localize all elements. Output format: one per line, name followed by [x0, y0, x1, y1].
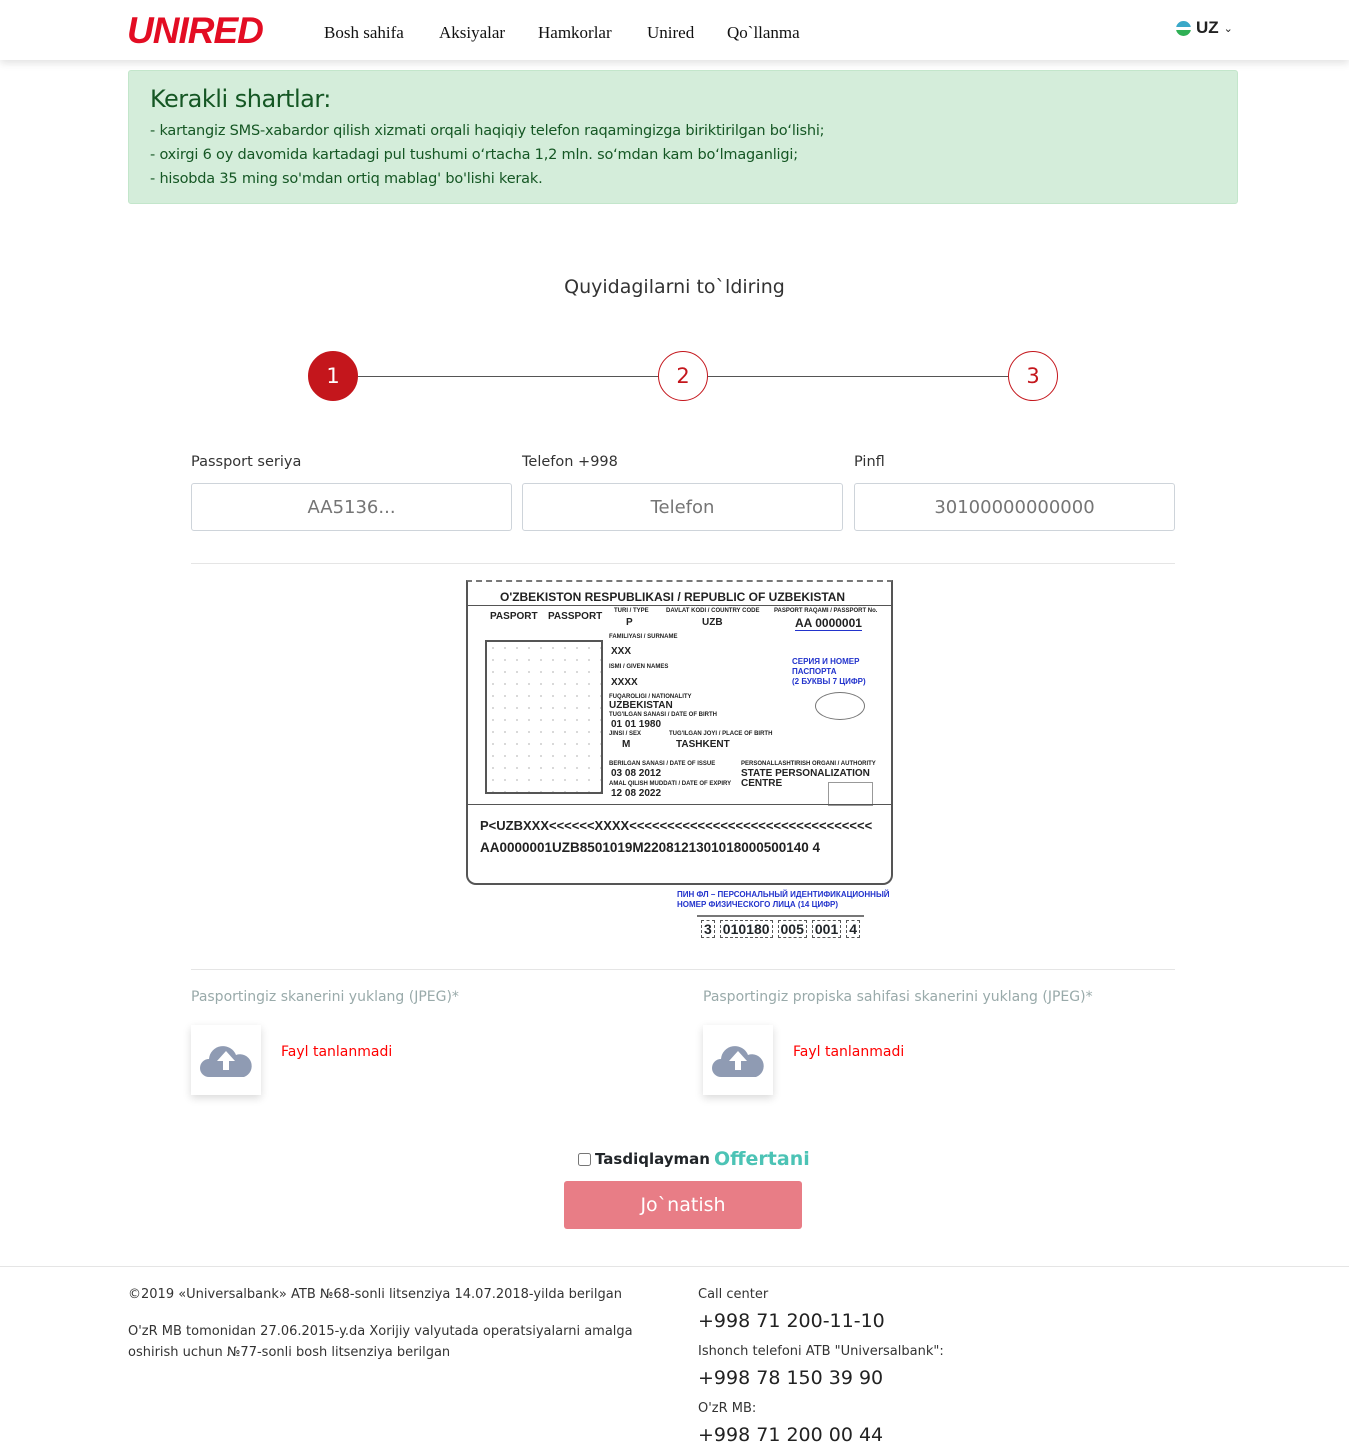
- passport-text: M: [622, 739, 631, 750]
- propiska-upload-status: Fayl tanlanmadi: [793, 1044, 905, 1060]
- passport-text: 12 08 2022: [611, 788, 662, 799]
- passport-upload-label: Pasportingiz skanerini yuklang (JPEG)*: [191, 989, 459, 1005]
- contact-label: Call center: [698, 1287, 769, 1302]
- nav-unired[interactable]: Unired: [647, 23, 694, 43]
- pin-part: 3: [701, 920, 715, 938]
- passport-text: 03 08 2012: [611, 768, 662, 779]
- passport-text: P: [626, 617, 633, 628]
- passport-text: PERSONALLASHTIRISH ORGANI / AUTHORITY: [741, 761, 876, 767]
- license-text: O'zR MB tomonidan 27.06.2015-y.da Xoriji…: [128, 1324, 633, 1360]
- passport-text: UZB: [702, 617, 723, 628]
- passport-text: CENTRE: [741, 778, 783, 789]
- passport-upload-status: Fayl tanlanmadi: [281, 1044, 393, 1060]
- passport-text: ISMI / GIVEN NAMES: [609, 664, 669, 670]
- pin-breakdown: 3 010180 005 001 4: [697, 915, 865, 941]
- confirm-offer: Tasdiqlayman Offertani: [578, 1148, 810, 1170]
- cloud-upload-icon: [200, 1046, 252, 1077]
- passport-text: UZBEKISTAN: [609, 700, 673, 711]
- step-3: 3: [1008, 351, 1058, 401]
- form-title: Quyidagilarni to`ldiring: [564, 276, 785, 298]
- passport-text: BERILGAN SANASI / DATE OF ISSUE: [609, 761, 716, 767]
- step-1: 1: [308, 351, 358, 401]
- passport-text: PASSPORT: [548, 611, 603, 622]
- pin-part: 001: [811, 920, 842, 938]
- pin-part: 4: [846, 920, 861, 938]
- submit-button[interactable]: Jo`natish: [564, 1181, 802, 1229]
- confirm-checkbox[interactable]: [578, 1152, 591, 1166]
- passport-series-label: Passport seriya: [191, 454, 302, 470]
- alert-item: - oxirgi 6 oy davomida kartadagi pul tus…: [150, 147, 798, 163]
- passport-series-input[interactable]: [191, 483, 512, 531]
- passport-text: XXX: [611, 646, 632, 657]
- trust-phone[interactable]: +998 78 150 39 90: [698, 1367, 883, 1389]
- contact-label: O'zR MB:: [698, 1401, 757, 1416]
- confirm-label: Tasdiqlayman: [595, 1150, 710, 1168]
- header: UNIRED Bosh sahifa Aksiyalar Hamkorlar U…: [0, 0, 1349, 60]
- language-label: UZ: [1196, 18, 1219, 37]
- passport-note: (2 БУКВЫ 7 ЦИФР): [792, 677, 866, 686]
- passport-note: ПАСПОРТА: [792, 667, 837, 676]
- pin-part: 010180: [719, 920, 773, 938]
- passport-mrz: AA0000001UZB8501019M22081213010180005001…: [480, 840, 821, 855]
- step-connector: [358, 376, 658, 377]
- passport-text: TUG'ILGAN SANASI / DATE OF BIRTH: [609, 712, 717, 718]
- passport-sample-image: O'ZBEKISTON RESPUBLIKASI / REPUBLIC OF U…: [466, 580, 893, 885]
- passport-text: PASPORT: [490, 611, 538, 622]
- passport-text: TURI / TYPE: [614, 608, 649, 614]
- alert-item: - kartangiz SMS-xabardor qilish xizmati …: [150, 123, 825, 139]
- passport-text: PASPORT RAQAMI / PASSPORT No.: [774, 608, 878, 614]
- passport-note: ПИН ФЛ – ПЕРСОНАЛЬНЫЙ ИДЕНТИФИКАЦИОННЫЙ: [677, 890, 890, 899]
- uz-flag-icon: [1176, 20, 1191, 36]
- divider: [191, 563, 1175, 564]
- alert-item: - hisobda 35 ming so'mdan ortiq mablag' …: [150, 171, 543, 187]
- nav-hamkorlar[interactable]: Hamkorlar: [538, 23, 612, 43]
- divider: [191, 969, 1175, 970]
- cloud-upload-icon: [712, 1046, 764, 1077]
- call-center-phone[interactable]: +998 71 200-11-10: [698, 1310, 885, 1332]
- passport-header: O'ZBEKISTON RESPUBLIKASI / REPUBLIC OF U…: [500, 590, 846, 604]
- passport-note: СЕРИЯ И НОМЕР: [792, 657, 860, 666]
- phone-label: Telefon +998: [522, 454, 618, 470]
- copyright-text: ©2019 «Universalbank» ATB №68-sonli lits…: [128, 1287, 622, 1302]
- passport-text: AMAL QILISH MUDDATI / DATE OF EXPIRY: [609, 781, 732, 787]
- photo-placeholder: [485, 640, 603, 794]
- passport-text: JINSI / SEX: [609, 731, 642, 737]
- passport-text: FAMILIYASI / SURNAME: [609, 634, 678, 640]
- offer-link[interactable]: Offertani: [714, 1148, 810, 1170]
- propiska-upload-button[interactable]: [703, 1025, 773, 1095]
- passport-text: XXXX: [611, 677, 638, 688]
- passport-text: TUG'ILGAN JOYI / PLACE OF BIRTH: [669, 731, 773, 737]
- nav-aksiyalar[interactable]: Aksiyalar: [439, 23, 505, 43]
- step-2: 2: [658, 351, 708, 401]
- passport-upload-button[interactable]: [191, 1025, 261, 1095]
- unired-logo[interactable]: UNIRED: [127, 10, 264, 52]
- pinfl-input[interactable]: [854, 483, 1175, 531]
- contact-label: Ishonch telefoni ATB "Universalbank":: [698, 1344, 944, 1359]
- nav-bosh-sahifa[interactable]: Bosh sahifa: [324, 23, 404, 43]
- nav-qollanma[interactable]: Qo`llanma: [727, 23, 800, 43]
- requirements-alert: Kerakli shartlar: - kartangiz SMS-xabard…: [128, 70, 1238, 204]
- passport-text: TASHKENT: [676, 739, 730, 750]
- phone-input[interactable]: [522, 483, 843, 531]
- pinfl-label: Pinfl: [854, 454, 885, 470]
- passport-text: AA 0000001: [795, 616, 862, 631]
- footer: ©2019 «Universalbank» ATB №68-sonli lits…: [0, 1266, 1349, 1454]
- step-connector: [708, 376, 1008, 377]
- pin-part: 005: [777, 920, 807, 938]
- passport-text: DAVLAT KODI / COUNTRY CODE: [666, 608, 760, 614]
- alert-title: Kerakli shartlar:: [150, 85, 331, 113]
- passport-text: 01 01 1980: [611, 719, 662, 730]
- passport-mrz: P<UZBXXX<<<<<<XXXX<<<<<<<<<<<<<<<<<<<<<<…: [480, 818, 873, 833]
- language-selector[interactable]: UZ ⌄: [1176, 18, 1233, 38]
- cbu-phone[interactable]: +998 71 200 00 44: [698, 1424, 883, 1446]
- propiska-upload-label: Pasportingiz propiska sahifasi skanerini…: [703, 989, 1093, 1005]
- chevron-down-icon: ⌄: [1223, 22, 1233, 35]
- passport-note: НОМЕР ФИЗИЧЕСКОГО ЛИЦА (14 ЦИФР): [677, 900, 839, 909]
